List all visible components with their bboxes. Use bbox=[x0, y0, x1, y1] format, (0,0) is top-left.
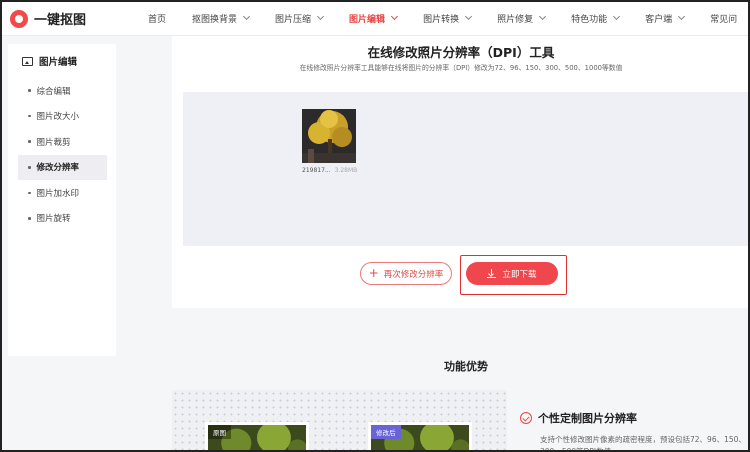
features-title: 功能优势 bbox=[444, 360, 488, 373]
plus-icon: + bbox=[368, 266, 379, 280]
nav-label: 照片修复 bbox=[497, 14, 534, 25]
image-icon bbox=[22, 56, 33, 66]
chevron-down-icon bbox=[678, 12, 686, 21]
top-nav-bar: 一键抠图 首页 抠图换背景 图片压缩 图片编辑 图片转换 照片修复 特色功能 客… bbox=[0, 0, 750, 36]
modify-again-button[interactable]: + 再次修改分辨率 bbox=[360, 262, 452, 285]
file-preview-area bbox=[183, 92, 750, 246]
sidebar-item-crop[interactable]: 图片裁剪 bbox=[18, 129, 107, 154]
logo-icon bbox=[10, 9, 28, 28]
bullet-icon bbox=[28, 191, 31, 195]
sidebar-item-change-resolution[interactable]: 修改分辨率 bbox=[18, 154, 107, 180]
logo-text: 一键抠图 bbox=[34, 13, 87, 28]
sidebar-item-label: 修改分辨率 bbox=[36, 163, 80, 174]
nav-label: 首页 bbox=[148, 14, 167, 25]
site-logo[interactable]: 一键抠图 bbox=[10, 9, 86, 28]
nav-label: 图片压缩 bbox=[275, 14, 312, 25]
sidebar-item-label: 综合编辑 bbox=[36, 86, 71, 97]
sidebar-item-watermark[interactable]: 图片加水印 bbox=[18, 180, 107, 205]
nav-item-features[interactable]: 特色功能 bbox=[571, 12, 621, 25]
nav-item-cutout-background[interactable]: 抠图换背景 bbox=[192, 12, 251, 25]
image-thumbnail[interactable] bbox=[302, 109, 356, 163]
chevron-down-icon bbox=[242, 12, 251, 21]
bullet-icon bbox=[28, 166, 31, 169]
nav-item-client[interactable]: 客户端 bbox=[645, 12, 686, 25]
original-tag: 原图 bbox=[208, 425, 231, 439]
nav-label: 图片转换 bbox=[423, 14, 460, 25]
sidebar-item-label: 图片旋转 bbox=[36, 214, 71, 225]
nav-label: 图片编辑 bbox=[349, 14, 386, 25]
benefit-title: 个性定制图片分辨率 bbox=[538, 412, 637, 425]
sidebar-item-label: 图片裁剪 bbox=[36, 137, 71, 148]
nav-label: 抠图换背景 bbox=[192, 14, 238, 25]
sample-original: 原图 bbox=[205, 422, 309, 452]
file-info: 219817... 3.28MB bbox=[302, 167, 357, 174]
nav-label: 常见问 bbox=[710, 14, 738, 25]
sidebar-item-resize[interactable]: 图片改大小 bbox=[18, 104, 107, 129]
download-label: 立即下载 bbox=[502, 269, 537, 280]
chevron-down-icon bbox=[391, 12, 399, 21]
sidebar-item-label: 图片改大小 bbox=[36, 112, 80, 123]
nav-item-image-convert[interactable]: 图片转换 bbox=[423, 12, 473, 25]
chevron-down-icon bbox=[613, 12, 621, 21]
page-title: 在线修改照片分辨率（DPI）工具 bbox=[367, 45, 555, 60]
chevron-down-icon bbox=[317, 12, 325, 21]
main-nav: 首页 抠图换背景 图片压缩 图片编辑 图片转换 照片修复 特色功能 客户端 常见… bbox=[148, 0, 737, 36]
page-subtitle: 在线修改照片分辨率工具能够在线将图片的分辨率（DPI）修改为72、96、150、… bbox=[299, 64, 623, 72]
modify-again-label: 再次修改分辨率 bbox=[383, 269, 444, 280]
bullet-icon bbox=[28, 89, 31, 92]
modified-tag: 修改后 bbox=[371, 425, 401, 439]
chevron-down-icon bbox=[539, 12, 547, 21]
bullet-icon bbox=[28, 114, 31, 118]
nav-label: 特色功能 bbox=[571, 14, 608, 25]
sidebar-heading: 图片编辑 bbox=[22, 54, 77, 68]
file-name: 219817... bbox=[302, 167, 331, 174]
check-circle-icon bbox=[520, 412, 532, 424]
sidebar-heading-label: 图片编辑 bbox=[39, 57, 78, 68]
file-size: 3.28MB bbox=[334, 167, 358, 174]
sidebar: 图片编辑 综合编辑 图片改大小 图片裁剪 修改分辨率 图片加水印 图片旋转 bbox=[8, 44, 116, 356]
sidebar-item-comprehensive-edit[interactable]: 综合编辑 bbox=[18, 78, 107, 103]
nav-item-image-edit[interactable]: 图片编辑 bbox=[349, 12, 399, 25]
nav-item-image-compress[interactable]: 图片压缩 bbox=[275, 12, 325, 25]
bullet-icon bbox=[28, 140, 31, 143]
download-icon bbox=[487, 269, 497, 278]
download-button[interactable]: 立即下载 bbox=[466, 262, 558, 285]
nav-item-photo-repair[interactable]: 照片修复 bbox=[497, 12, 547, 25]
benefit-description: 支持个性修改图片像素的疏密程度，预设包括72、96、150、300、500等DP… bbox=[540, 435, 746, 452]
sidebar-list: 综合编辑 图片改大小 图片裁剪 修改分辨率 图片加水印 图片旋转 bbox=[18, 78, 107, 232]
benefit-item: 个性定制图片分辨率 bbox=[520, 410, 637, 426]
bullet-icon bbox=[28, 217, 31, 220]
nav-item-faq[interactable]: 常见问 bbox=[710, 12, 737, 25]
sidebar-item-rotate[interactable]: 图片旋转 bbox=[18, 206, 107, 231]
tree-photo-image bbox=[302, 109, 356, 163]
nav-item-home[interactable]: 首页 bbox=[148, 12, 166, 25]
nav-label: 客户端 bbox=[645, 14, 673, 25]
sidebar-item-label: 图片加水印 bbox=[36, 188, 80, 199]
sample-modified: 修改后 bbox=[368, 422, 472, 452]
chevron-down-icon bbox=[465, 12, 473, 21]
